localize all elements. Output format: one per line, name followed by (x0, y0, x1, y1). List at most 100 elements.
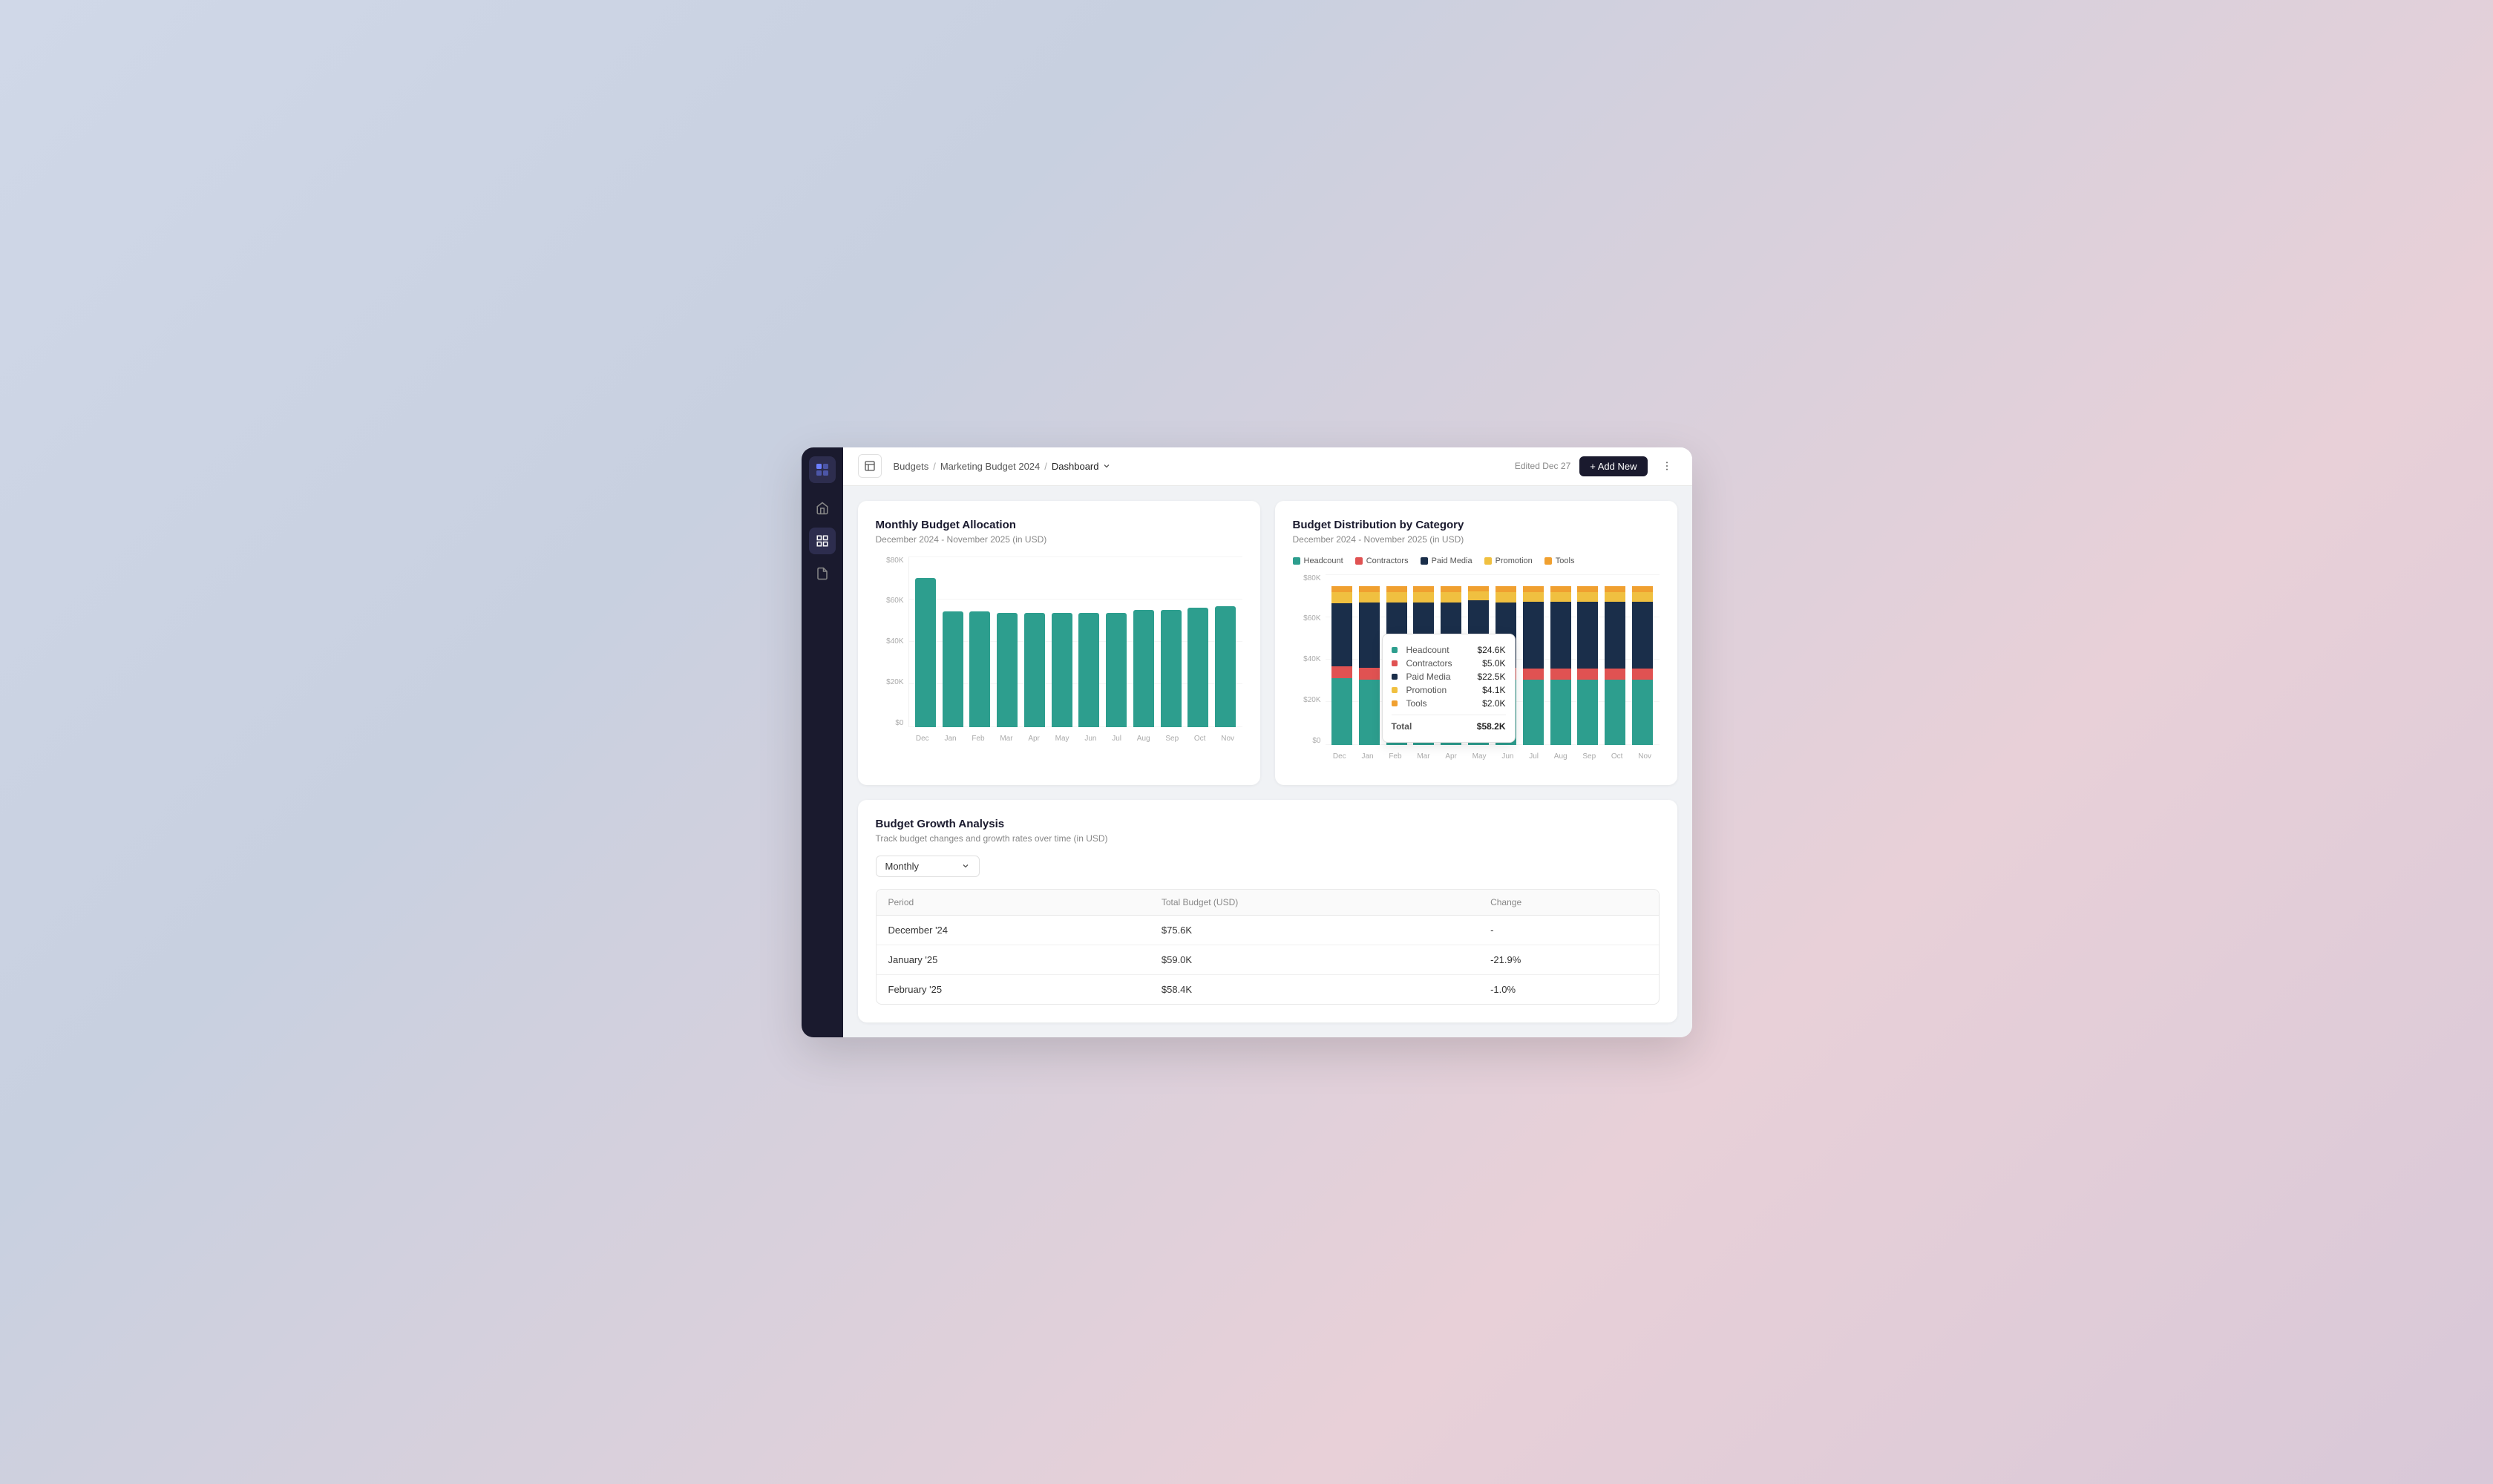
stacked-segment (1386, 586, 1407, 592)
stacked-segment (1359, 603, 1380, 668)
stacked-segment (1331, 666, 1352, 678)
tooltip-contractors-value: $5.0K (1482, 658, 1505, 669)
legend-item: Paid Media (1421, 556, 1472, 565)
stacked-segment (1523, 602, 1544, 669)
cell-period: January '25 (877, 945, 1150, 974)
bar[interactable] (1106, 613, 1127, 727)
tooltip-total-label: Total (1392, 721, 1468, 732)
bar[interactable] (1161, 610, 1182, 727)
table-header-row: Period Total Budget (USD) Change (877, 890, 1659, 916)
stacked-segment (1632, 592, 1653, 602)
col-budget: Total Budget (USD) (1150, 890, 1478, 916)
x-label: Jun (1084, 735, 1096, 743)
stacked-segment (1577, 680, 1598, 745)
stacked-segment (1468, 591, 1489, 600)
bar[interactable] (1052, 613, 1072, 727)
legend-dot (1293, 557, 1300, 565)
tooltip-paid-media-label: Paid Media (1406, 672, 1469, 682)
y-label-60k: $60K (876, 597, 908, 605)
stacked-bar-group[interactable] (1523, 586, 1544, 745)
bar[interactable] (1187, 608, 1208, 727)
bar[interactable] (943, 611, 963, 727)
stacked-segment (1441, 586, 1461, 592)
y-label-0: $0 (876, 719, 908, 727)
stacked-segment (1550, 602, 1571, 669)
bar-group (943, 611, 963, 727)
x-label: Sep (1582, 752, 1596, 761)
breadcrumb-sep-1: / (933, 461, 936, 472)
bar[interactable] (969, 611, 990, 727)
stacked-segment (1605, 602, 1625, 669)
bar[interactable] (1215, 606, 1236, 727)
stacked-bar-group[interactable] (1632, 586, 1653, 745)
monthly-budget-title: Monthly Budget Allocation (876, 519, 1242, 531)
stacked-bar-group[interactable] (1550, 586, 1571, 745)
legend-item: Headcount (1293, 556, 1343, 565)
legend-dot (1355, 557, 1363, 565)
period-dropdown-label: Monthly (885, 861, 920, 872)
app-logo[interactable] (809, 456, 836, 483)
bar-group (915, 578, 936, 727)
sidebar-item-file[interactable] (809, 560, 836, 587)
tooltip-paid-media-value: $22.5K (1477, 672, 1505, 682)
stacked-bar-group[interactable] (1359, 586, 1380, 745)
header: Budgets / Marketing Budget 2024 / Dashbo… (843, 447, 1692, 486)
stacked-segment (1577, 586, 1598, 592)
x-label: May (1055, 735, 1069, 743)
bar[interactable] (997, 613, 1018, 727)
tooltip-paid-media-row: Paid Media $22.5K (1392, 670, 1506, 683)
legend-dot (1421, 557, 1428, 565)
legend-label: Promotion (1496, 556, 1533, 565)
stacked-segment (1523, 586, 1544, 592)
bar[interactable] (1024, 613, 1045, 727)
bar[interactable] (915, 578, 936, 727)
stacked-segment (1605, 592, 1625, 602)
cell-change: -21.9% (1478, 945, 1658, 974)
legend-dot (1484, 557, 1492, 565)
tooltip-paid-media-dot (1392, 674, 1398, 680)
sidebar-item-grid[interactable] (809, 528, 836, 554)
legend-dot (1544, 557, 1552, 565)
x-label: Jan (1361, 752, 1373, 761)
tooltip-headcount-dot (1392, 647, 1398, 653)
table-row: January '25 $59.0K -21.9% (877, 945, 1659, 974)
x-label: Apr (1028, 735, 1040, 743)
x-label: Sep (1165, 735, 1179, 743)
x-label: Jun (1501, 752, 1513, 761)
stacked-segment (1605, 669, 1625, 680)
stacked-y-labels: $0 $20K $40K $60K $80K (1293, 574, 1326, 745)
breadcrumb-marketing[interactable]: Marketing Budget 2024 (940, 461, 1040, 472)
breadcrumb-budgets[interactable]: Budgets (894, 461, 929, 472)
stacked-segment (1550, 680, 1571, 745)
stacked-segment (1331, 586, 1352, 592)
stacked-segment (1359, 586, 1380, 592)
stacked-bar-group[interactable] (1331, 586, 1352, 745)
stacked-segment (1577, 669, 1598, 680)
distribution-card: Budget Distribution by Category December… (1275, 501, 1677, 785)
layout-toggle[interactable] (858, 454, 882, 478)
col-period: Period (877, 890, 1150, 916)
legend-item: Contractors (1355, 556, 1409, 565)
stacked-bar-group[interactable] (1577, 586, 1598, 745)
tooltip-total-value: $58.2K (1477, 721, 1506, 732)
monthly-budget-card: Monthly Budget Allocation December 2024 … (858, 501, 1260, 785)
y-axis-labels: $0 $20K $40K $60K $80K (876, 556, 908, 727)
stacked-bar-group[interactable] (1605, 586, 1625, 745)
x-label: Aug (1554, 752, 1567, 761)
growth-table-wrap: Period Total Budget (USD) Change Decembe… (876, 889, 1660, 1005)
tooltip-contractors-row: Contractors $5.0K (1392, 657, 1506, 670)
sidebar-item-home[interactable] (809, 495, 836, 522)
stacked-segment (1550, 586, 1571, 592)
bar[interactable] (1133, 610, 1154, 727)
more-options-button[interactable] (1657, 456, 1677, 476)
bar[interactable] (1078, 613, 1099, 727)
tooltip-contractors-label: Contractors (1406, 658, 1474, 669)
tooltip-headcount-row: Headcount $24.6K (1392, 643, 1506, 657)
x-label: Mar (1000, 735, 1012, 743)
period-dropdown[interactable]: Monthly (876, 856, 980, 877)
distribution-subtitle: December 2024 - November 2025 (in USD) (1293, 534, 1660, 545)
bar-group (997, 613, 1018, 727)
growth-subtitle: Track budget changes and growth rates ov… (876, 833, 1660, 844)
breadcrumb-current[interactable]: Dashboard (1052, 461, 1111, 472)
add-new-button[interactable]: + Add New (1579, 456, 1647, 476)
